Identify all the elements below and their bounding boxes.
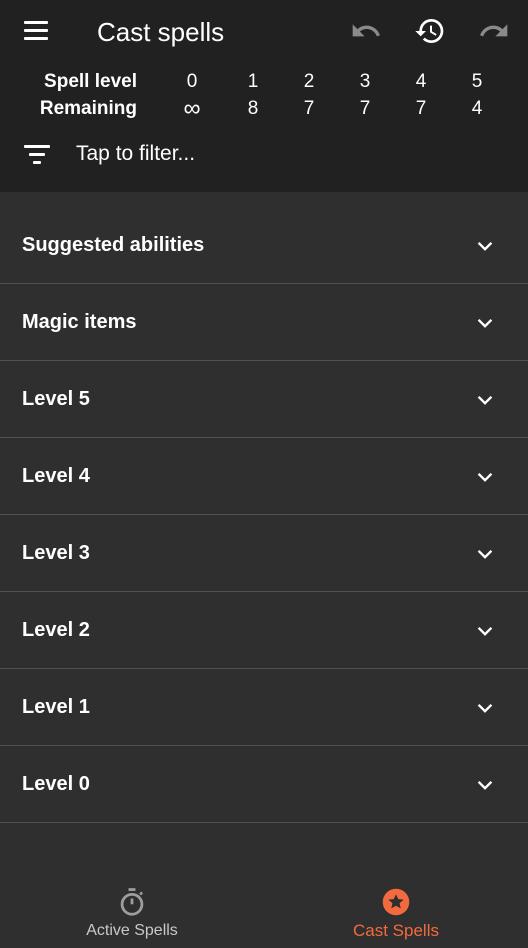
remaining-value: 7	[359, 98, 371, 119]
spell-level-value: 1	[247, 71, 259, 92]
section-label: Level 1	[22, 696, 90, 718]
section-label: Level 2	[22, 619, 90, 641]
section-label: Level 0	[22, 773, 90, 795]
chevron-down-icon	[474, 312, 496, 334]
section-magic-items[interactable]: Magic items	[0, 284, 528, 361]
chevron-down-icon	[474, 389, 496, 411]
section-level-1[interactable]: Level 1	[0, 669, 528, 746]
remaining-value: ∞	[183, 95, 201, 122]
history-icon[interactable]	[414, 15, 446, 47]
undo-icon[interactable]	[350, 15, 382, 47]
section-label: Level 4	[22, 465, 90, 487]
chevron-down-icon	[474, 620, 496, 642]
spell-level-row: Spell level 0 1 2 3 4 5	[0, 69, 528, 95]
remaining-label: Remaining	[39, 98, 137, 119]
page-title: Cast spells	[97, 17, 225, 47]
section-label: Level 5	[22, 388, 90, 410]
spell-level-value: 0	[186, 71, 198, 92]
redo-icon[interactable]	[478, 15, 510, 47]
section-label: Suggested abilities	[22, 234, 205, 256]
section-level-5[interactable]: Level 5	[0, 361, 528, 438]
spell-level-label: Spell level	[44, 71, 137, 92]
section-label: Level 3	[22, 542, 90, 564]
section-level-3[interactable]: Level 3	[0, 515, 528, 592]
chevron-down-icon	[474, 774, 496, 796]
filter-icon[interactable]	[24, 142, 52, 166]
chevron-down-icon	[474, 697, 496, 719]
remaining-row: Remaining ∞ 8 7 7 7 4	[0, 96, 528, 122]
tab-cast-spells[interactable]: Cast Spells	[264, 872, 528, 948]
spell-section-list: Suggested abilities Magic items Level 5 …	[0, 207, 528, 823]
remaining-value: 4	[471, 98, 483, 119]
tab-label: Active Spells	[86, 922, 178, 939]
chevron-down-icon	[474, 235, 496, 257]
section-suggested-abilities[interactable]: Suggested abilities	[0, 207, 528, 284]
chevron-down-icon	[474, 543, 496, 565]
section-level-4[interactable]: Level 4	[0, 438, 528, 515]
spell-level-value: 5	[471, 71, 483, 92]
spell-level-value: 3	[359, 71, 371, 92]
section-label: Magic items	[22, 311, 137, 333]
tab-active-spells[interactable]: Active Spells	[0, 872, 264, 948]
remaining-value: 7	[303, 98, 315, 119]
spell-level-value: 2	[303, 71, 315, 92]
tab-label: Cast Spells	[353, 921, 439, 940]
spell-level-value: 4	[415, 71, 427, 92]
stopwatch-icon	[118, 887, 146, 917]
menu-icon[interactable]	[22, 18, 52, 44]
bottom-navigation: Active Spells Cast Spells	[0, 872, 528, 948]
remaining-value: 7	[415, 98, 427, 119]
filter-input[interactable]: Tap to filter...	[76, 140, 195, 168]
section-level-2[interactable]: Level 2	[0, 592, 528, 669]
app-header: Cast spells Spell level 0 1 2 3 4 5 Rema…	[0, 0, 528, 192]
section-level-0[interactable]: Level 0	[0, 746, 528, 823]
star-icon	[382, 887, 410, 917]
chevron-down-icon	[474, 466, 496, 488]
remaining-value: 8	[247, 98, 259, 119]
